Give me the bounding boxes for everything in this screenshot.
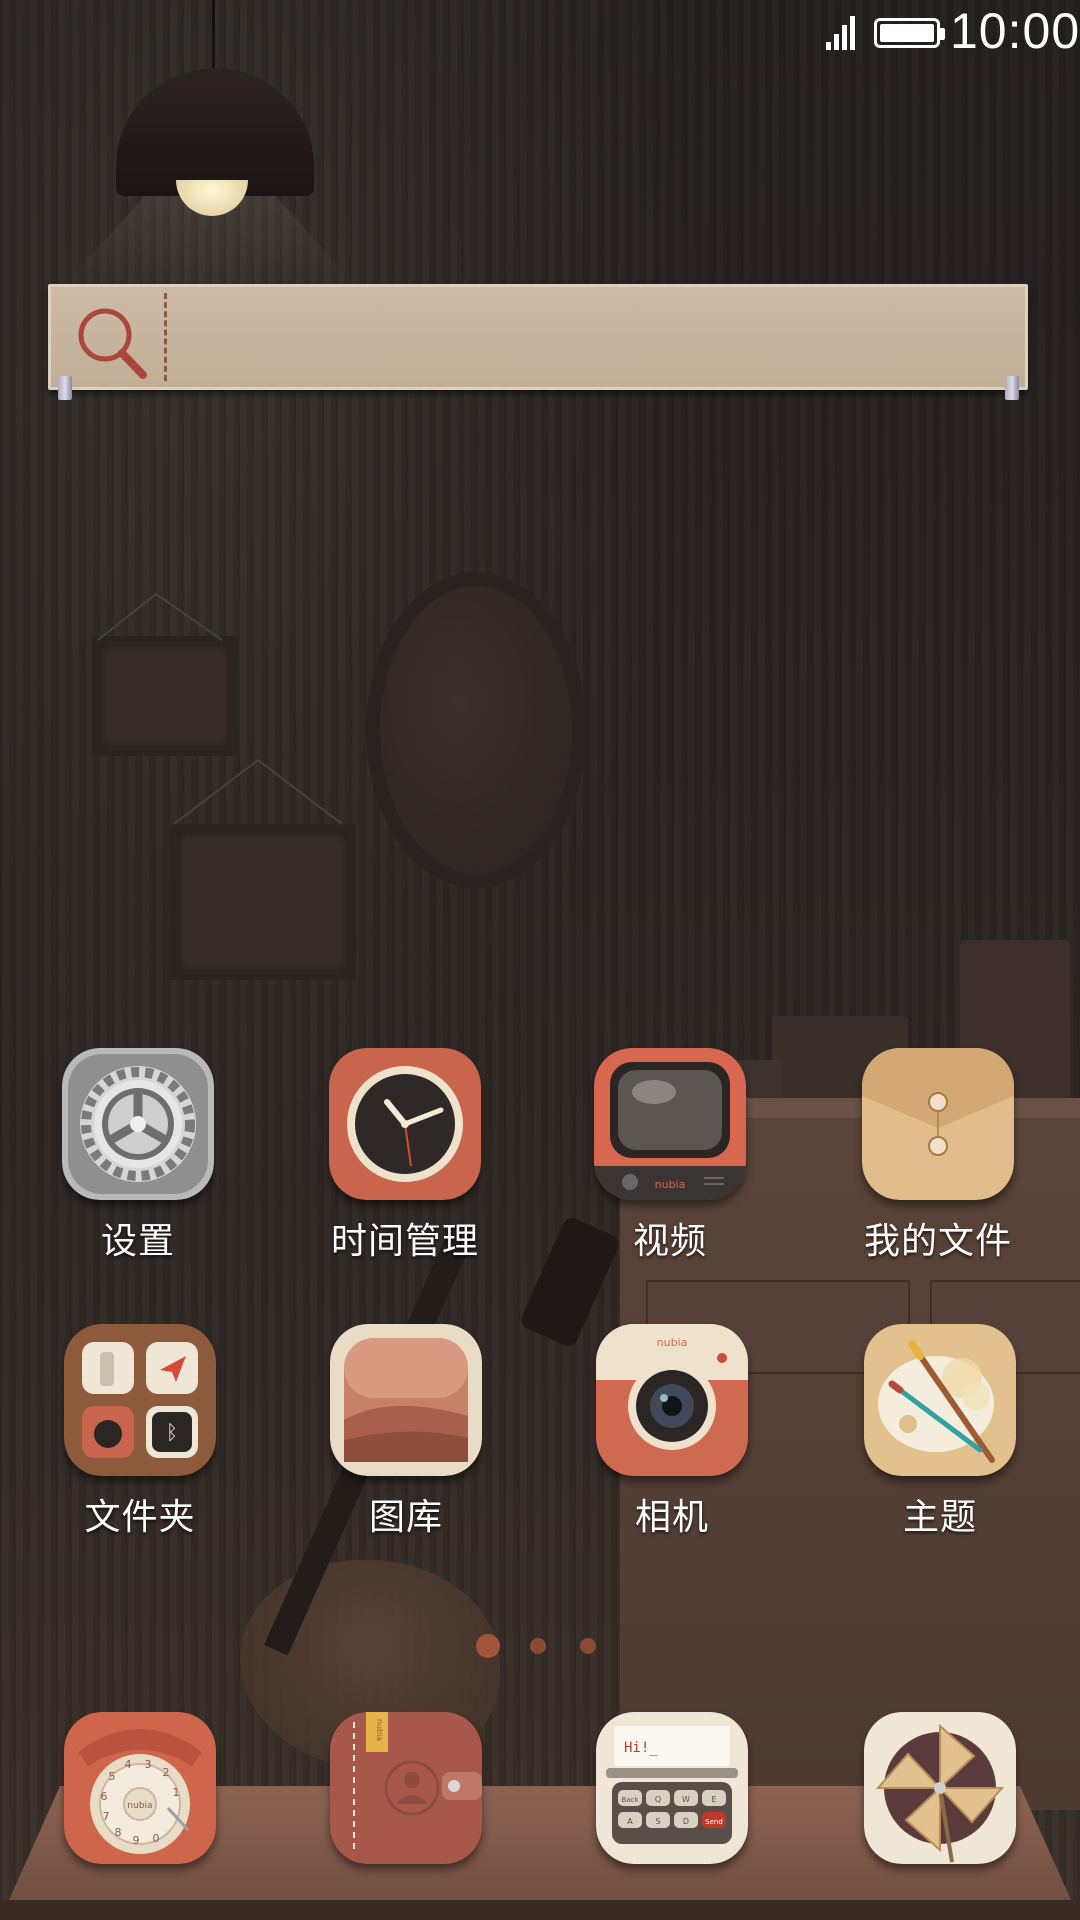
svg-text:2: 2 [163, 1766, 170, 1779]
phone-icon[interactable]: nubia 1 2 3 4 5 6 7 8 9 0 [64, 1712, 216, 1864]
app-settings[interactable]: 设置 [38, 1048, 238, 1308]
app-label: 图库 [368, 1497, 443, 1538]
svg-text:8: 8 [115, 1826, 122, 1839]
gear-icon[interactable] [62, 1048, 214, 1200]
oval-mirror [366, 572, 586, 888]
tv-icon[interactable]: nubia [594, 1048, 746, 1200]
search-widget[interactable] [48, 284, 1028, 390]
svg-text:W: W [682, 1795, 690, 1804]
app-camera[interactable]: nubia 相机 [572, 1324, 772, 1584]
app-folder[interactable]: ᛒ 文件夹 [40, 1324, 240, 1584]
svg-text:E: E [711, 1795, 716, 1804]
app-gallery[interactable]: 图库 [306, 1324, 506, 1584]
dock-phone[interactable]: nubia 1 2 3 4 5 6 7 8 9 0 [40, 1712, 240, 1872]
app-label: 时间管理 [330, 1221, 479, 1262]
picture-frame-large [170, 824, 356, 980]
svg-text:0: 0 [153, 1832, 160, 1845]
dock-browser[interactable] [840, 1712, 1040, 1872]
svg-text:nubia: nubia [657, 1336, 688, 1349]
page-dot[interactable] [580, 1638, 596, 1654]
page-dot-active[interactable] [476, 1634, 500, 1658]
svg-text:D: D [683, 1817, 689, 1826]
app-label: 设置 [100, 1221, 175, 1262]
palette-icon[interactable] [864, 1324, 1016, 1476]
svg-text:Q: Q [655, 1795, 661, 1804]
svg-text:nubia: nubia [655, 1178, 686, 1191]
app-label: 视频 [632, 1221, 707, 1262]
contacts-book-icon[interactable]: nubia [330, 1712, 482, 1864]
app-my-files[interactable]: 我的文件 [838, 1048, 1038, 1308]
camera-icon[interactable]: nubia [596, 1324, 748, 1476]
search-pin-left [58, 376, 72, 400]
svg-text:3: 3 [145, 1758, 152, 1771]
svg-text:1: 1 [173, 1786, 180, 1799]
dock-messages[interactable]: Hi!_ Back Q W E A S D Send [572, 1712, 772, 1872]
picture-frame-icon[interactable] [330, 1324, 482, 1476]
pinwheel-icon[interactable] [864, 1712, 1016, 1864]
svg-text:Send: Send [705, 1818, 723, 1826]
dock-contacts[interactable]: nubia [306, 1712, 506, 1872]
search-divider [164, 293, 167, 381]
lamp-cord [212, 0, 215, 72]
svg-text:4: 4 [125, 1758, 132, 1771]
svg-text:7: 7 [103, 1810, 110, 1823]
search-input[interactable] [181, 307, 1005, 375]
app-label: 相机 [634, 1497, 709, 1538]
folder-grid-icon[interactable]: ᛒ [64, 1324, 216, 1476]
app-label: 我的文件 [863, 1221, 1012, 1262]
svg-text:nubia: nubia [127, 1801, 152, 1811]
svg-text:Back: Back [622, 1796, 640, 1804]
app-theme[interactable]: 主题 [840, 1324, 1040, 1584]
status-bar: 10:00 [0, 0, 1080, 66]
frame-hangers [97, 592, 343, 825]
svg-text:Hi!_: Hi!_ [624, 1740, 658, 1756]
svg-text:S: S [655, 1817, 660, 1826]
page-dot[interactable] [530, 1638, 546, 1654]
app-video[interactable]: nubia 视频 [570, 1048, 770, 1308]
svg-text:A: A [627, 1817, 633, 1826]
search-pin-right [1005, 376, 1019, 400]
svg-text:5: 5 [109, 1770, 116, 1783]
desk-edge [0, 1900, 1080, 1920]
search-icon[interactable] [71, 303, 151, 383]
svg-text:ᛒ: ᛒ [166, 1420, 178, 1444]
typewriter-icon[interactable]: Hi!_ Back Q W E A S D Send [596, 1712, 748, 1864]
app-time-management[interactable]: 时间管理 [305, 1048, 505, 1308]
svg-text:nubia: nubia [375, 1719, 384, 1741]
clock-icon[interactable] [329, 1048, 481, 1200]
app-label: 文件夹 [84, 1497, 196, 1538]
battery-icon [874, 18, 945, 48]
signal-icon [826, 14, 860, 50]
status-time: 10:00 [950, 3, 1080, 59]
envelope-icon[interactable] [862, 1048, 1014, 1200]
svg-text:6: 6 [101, 1790, 108, 1803]
app-label: 主题 [902, 1497, 977, 1538]
svg-text:9: 9 [133, 1834, 140, 1847]
